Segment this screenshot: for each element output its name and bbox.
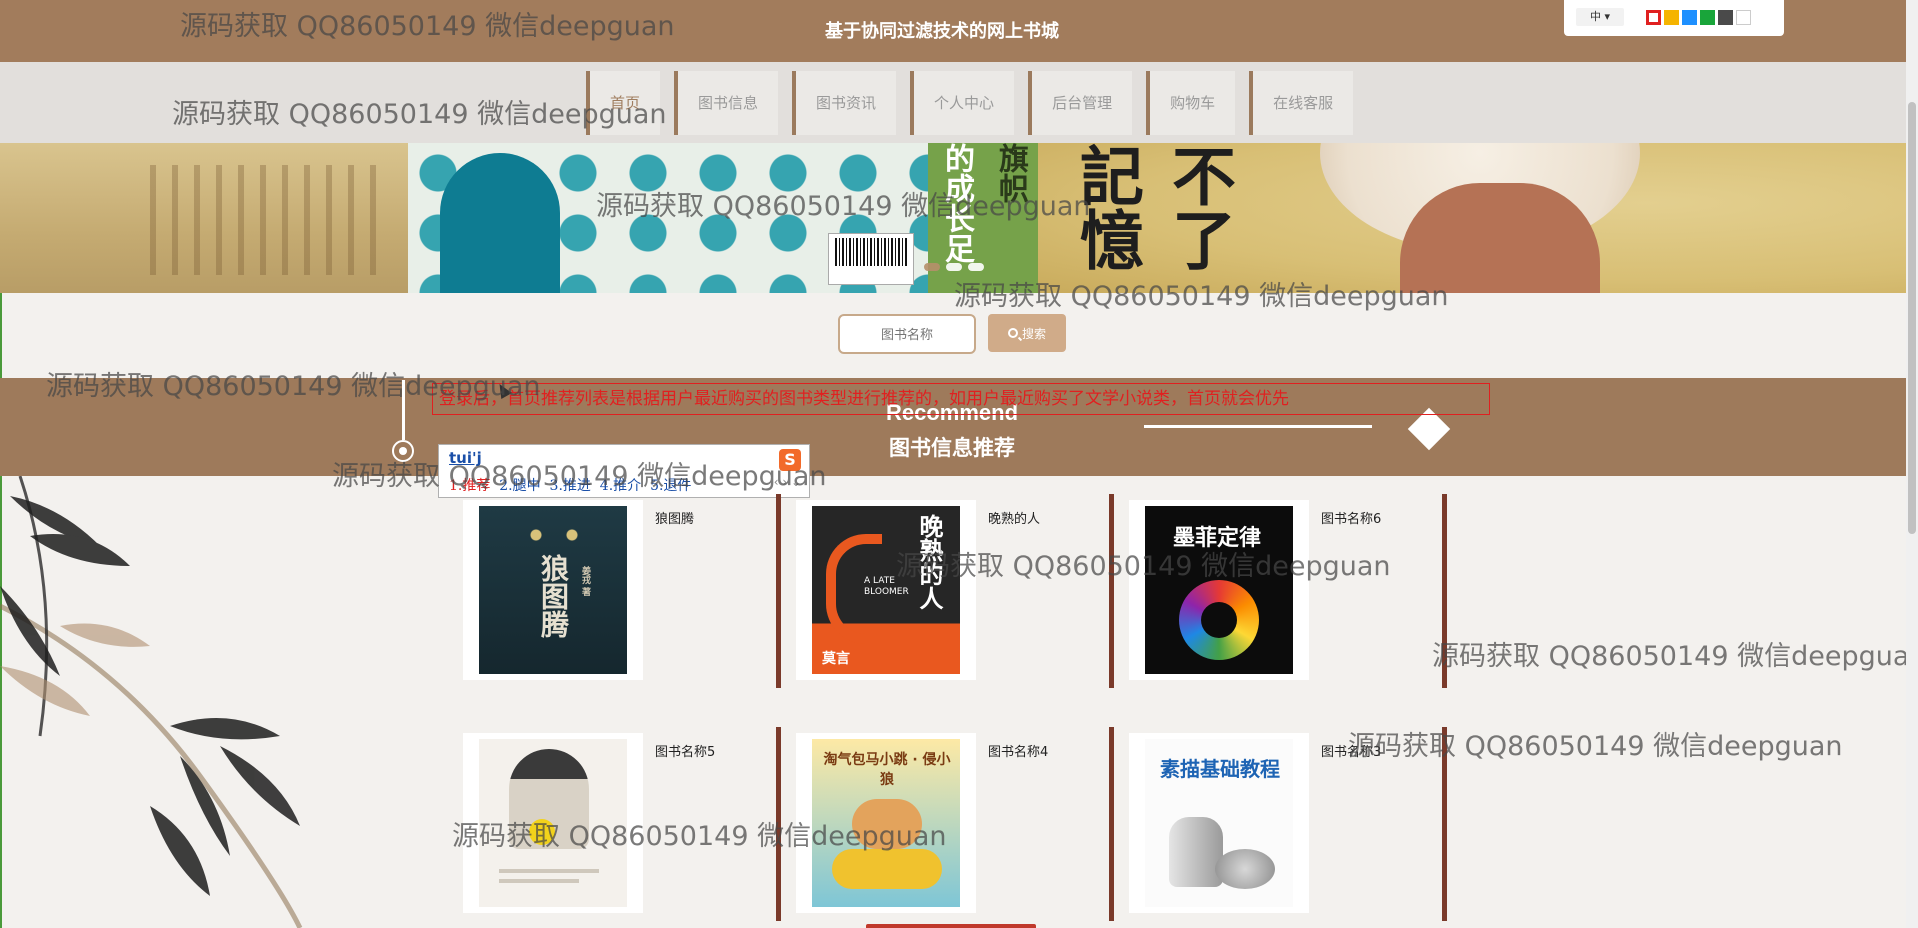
- ime-candidate[interactable]: 5.退件: [650, 478, 691, 494]
- book-title[interactable]: 图书名称3: [1321, 741, 1381, 760]
- book-title[interactable]: 图书名称4: [988, 741, 1048, 760]
- search-button-label: 搜索: [1021, 326, 1046, 341]
- cover-title: 晚熟的人: [915, 514, 944, 610]
- scrollbar-thumb[interactable]: [1908, 102, 1916, 534]
- cover-image: [479, 739, 627, 907]
- cover-image: 狼图腾 姜戎 著: [479, 506, 627, 674]
- book-search-input[interactable]: [838, 314, 976, 354]
- book-cover[interactable]: 晚熟的人 A LATE BLOOMER 莫言: [796, 500, 976, 680]
- banner-green-text: 的成长足: [939, 143, 974, 263]
- book-card[interactable]: 素描基础教程 图书名称3: [1129, 727, 1449, 923]
- theme-swatch-blue[interactable]: [1682, 10, 1697, 25]
- nav-cart[interactable]: 购物车: [1146, 71, 1236, 135]
- cover-title: 墨菲定律: [1173, 525, 1262, 551]
- banner-building-windows: [150, 165, 380, 275]
- ime-candidates: 1.推荐 2.腿中 3.推进 4.推介 5.退件: [449, 475, 691, 495]
- cover-subtitle-en: A LATE BLOOMER: [864, 576, 909, 597]
- main-nav: 首页 图书信息 图书资讯 个人中心 后台管理 购物车 在线客服: [586, 71, 1354, 135]
- nav-admin[interactable]: 后台管理: [1028, 71, 1133, 135]
- search-button[interactable]: 搜索: [988, 314, 1066, 352]
- cover-title: 素描基础教程: [1160, 757, 1280, 781]
- book-divider: [776, 727, 781, 921]
- book-divider: [776, 494, 781, 688]
- banner-calligraphy-2: 不了記憶: [1069, 143, 1236, 271]
- recommend-notice: 登录后，首页推荐列表是根据用户最近购买的图书类型进行推荐的，如用户最近购买了文学…: [432, 383, 1490, 415]
- banner-silhouette: [440, 153, 560, 293]
- ime-candidate-popup[interactable]: tui'j S 1.推荐 2.腿中 3.推进 4.推介 5.退件 ‹ › ⌄: [438, 444, 810, 498]
- ime-composition: tui'j: [449, 449, 482, 467]
- book-title[interactable]: 图书名称5: [655, 741, 715, 760]
- book-card[interactable]: 淘气包马小跳 · 侵小狼 图书名称4: [796, 727, 1116, 923]
- cover-title: 狼图腾: [537, 554, 570, 638]
- theme-swatch-green[interactable]: [1700, 10, 1715, 25]
- ime-candidate[interactable]: 2.腿中: [499, 478, 540, 494]
- theme-swatches: [1646, 10, 1751, 25]
- cover-author: 莫言: [822, 651, 850, 667]
- book-card[interactable]: 图书名称5: [463, 727, 783, 923]
- carousel-dot-3[interactable]: [968, 263, 984, 271]
- nav-book-info[interactable]: 图书信息: [674, 71, 779, 135]
- nav-online-service[interactable]: 在线客服: [1249, 71, 1354, 135]
- banner-calligraphy-1: 旗帜: [993, 143, 1028, 203]
- sogou-logo-icon: S: [779, 449, 801, 471]
- book-title[interactable]: 图书名称6: [1321, 508, 1381, 527]
- carousel-indicators: [924, 263, 984, 271]
- cover-image: 淘气包马小跳 · 侵小狼: [812, 739, 960, 907]
- book-cover[interactable]: 淘气包马小跳 · 侵小狼: [796, 733, 976, 913]
- book-divider: [1442, 727, 1447, 921]
- ime-page-arrows[interactable]: ‹ › ⌄: [774, 475, 801, 489]
- book-card[interactable]: 墨菲定律 图书名称6: [1129, 494, 1449, 690]
- search-icon: [1007, 328, 1018, 338]
- nav-home[interactable]: 首页: [586, 71, 661, 135]
- ime-candidate[interactable]: 4.推介: [600, 478, 641, 494]
- carousel-dot-2[interactable]: [946, 263, 962, 271]
- cover-image: 晚熟的人 A LATE BLOOMER 莫言: [812, 506, 960, 674]
- cover-image: 素描基础教程: [1145, 739, 1293, 907]
- book-divider: [1442, 494, 1447, 688]
- watermark: 源码获取 QQ86050149 微信deepguan: [1432, 641, 1918, 672]
- theme-swatch-red[interactable]: [1646, 10, 1661, 25]
- book-card[interactable]: 晚熟的人 A LATE BLOOMER 莫言 晚熟的人: [796, 494, 1116, 690]
- recommend-title-cn: 图书信息推荐: [889, 436, 1015, 460]
- book-cover[interactable]: 墨菲定律: [1129, 500, 1309, 680]
- cover-title: 淘气包马小跳 · 侵小狼: [823, 752, 951, 788]
- cover-image: 墨菲定律: [1145, 506, 1293, 674]
- cover-author: 姜戎 著: [580, 566, 590, 597]
- carousel-dot-1[interactable]: [924, 263, 940, 271]
- book-divider: [1109, 727, 1114, 921]
- nav-book-news[interactable]: 图书资讯: [792, 71, 897, 135]
- theme-swatch-white[interactable]: [1736, 10, 1751, 25]
- bamboo-decoration: [0, 476, 303, 928]
- book-cover[interactable]: 狼图腾 姜戎 著: [463, 500, 643, 680]
- book-cover[interactable]: 素描基础教程: [1129, 733, 1309, 913]
- ime-candidate[interactable]: 3.推进: [550, 478, 591, 494]
- book-card[interactable]: 狼图腾 姜戎 著 狼图腾: [463, 494, 783, 690]
- more-button-peek[interactable]: [866, 924, 1036, 928]
- lang-theme-box: 中 ▾: [1564, 0, 1784, 36]
- theme-swatch-yellow[interactable]: [1664, 10, 1679, 25]
- ime-candidate[interactable]: 1.推荐: [449, 478, 490, 494]
- book-title[interactable]: 狼图腾: [655, 508, 694, 527]
- book-cover[interactable]: [463, 733, 643, 913]
- theme-swatch-dark[interactable]: [1718, 10, 1733, 25]
- book-title[interactable]: 晚熟的人: [988, 508, 1040, 527]
- language-selector[interactable]: 中 ▾: [1576, 8, 1624, 26]
- nav-personal-center[interactable]: 个人中心: [910, 71, 1015, 135]
- book-divider: [1109, 494, 1114, 688]
- banner-barcode: [828, 233, 914, 285]
